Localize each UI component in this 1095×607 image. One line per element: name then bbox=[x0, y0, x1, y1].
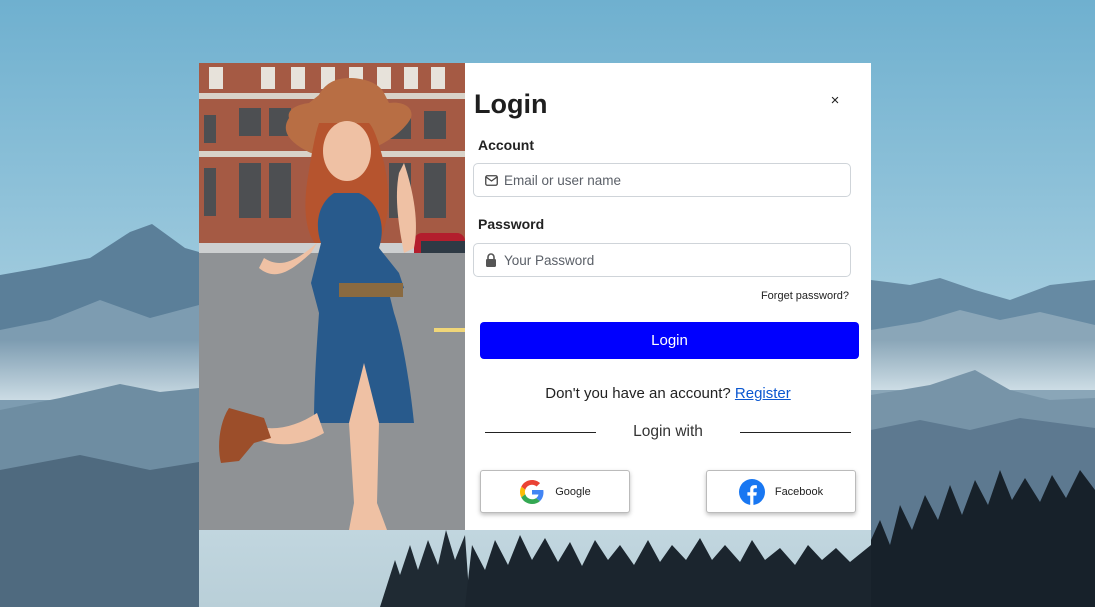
password-field[interactable] bbox=[473, 243, 851, 277]
register-row: Don't you have an account? Register bbox=[465, 385, 871, 402]
google-label: Google bbox=[555, 485, 591, 498]
account-field[interactable] bbox=[473, 163, 851, 197]
login-modal: Login × Account Password Forget password… bbox=[199, 63, 871, 530]
close-icon[interactable]: × bbox=[827, 93, 843, 109]
google-icon bbox=[519, 479, 545, 505]
facebook-label: Facebook bbox=[774, 485, 824, 498]
password-input[interactable] bbox=[504, 245, 850, 275]
divider-right bbox=[740, 432, 851, 433]
register-link[interactable]: Register bbox=[735, 385, 791, 402]
login-button[interactable]: Login bbox=[480, 322, 859, 359]
google-login-button[interactable]: Google bbox=[480, 470, 630, 513]
facebook-icon bbox=[738, 478, 765, 505]
page-background: Login × Account Password Forget password… bbox=[0, 0, 1095, 607]
register-prompt: Don't you have an account? bbox=[545, 385, 731, 402]
forget-password-link[interactable]: Forget password? bbox=[761, 290, 849, 302]
password-label: Password bbox=[478, 216, 545, 232]
account-input[interactable] bbox=[504, 165, 850, 195]
model-photo bbox=[199, 63, 465, 530]
login-title: Login bbox=[474, 89, 548, 119]
envelope-icon bbox=[484, 173, 498, 187]
lock-icon bbox=[484, 253, 498, 267]
login-form: Login × Account Password Forget password… bbox=[465, 63, 871, 530]
facebook-login-button[interactable]: Facebook bbox=[706, 470, 856, 513]
account-label: Account bbox=[478, 137, 534, 153]
